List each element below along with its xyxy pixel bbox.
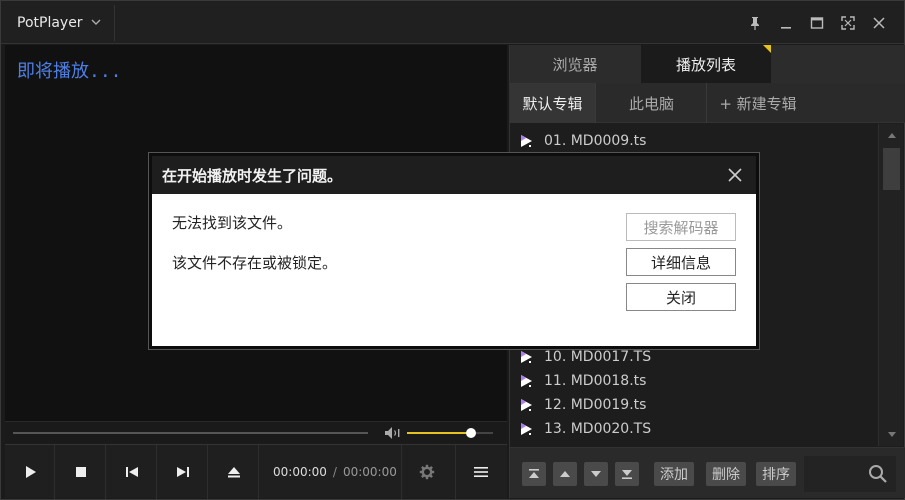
previous-button[interactable] bbox=[107, 445, 157, 499]
play-triangle-icon bbox=[520, 398, 534, 412]
play-triangle-icon bbox=[520, 350, 534, 364]
new-album-button[interactable]: + 新建专辑 bbox=[708, 83, 808, 123]
previous-icon bbox=[125, 467, 138, 477]
move-bottom-icon bbox=[622, 470, 632, 479]
pin-icon[interactable] bbox=[739, 9, 770, 37]
move-up-icon bbox=[560, 471, 570, 477]
eject-icon bbox=[227, 467, 240, 478]
gear-icon bbox=[419, 464, 434, 480]
stop-icon bbox=[75, 467, 86, 477]
delete-button[interactable]: 删除 bbox=[706, 462, 746, 486]
volume-icon[interactable] bbox=[383, 425, 401, 441]
seek-bar[interactable] bbox=[13, 432, 368, 434]
panel-tabs: 浏览器 播放列表 bbox=[510, 45, 905, 83]
sort-button[interactable]: 排序 bbox=[756, 462, 796, 486]
scroll-down-icon[interactable] bbox=[879, 424, 904, 446]
settings-button[interactable] bbox=[401, 445, 451, 499]
menu-button[interactable] bbox=[455, 445, 505, 499]
move-down-icon bbox=[591, 471, 601, 477]
title-bar: PotPlayer bbox=[1, 1, 904, 44]
move-down-button[interactable] bbox=[584, 462, 608, 486]
minimize-icon[interactable] bbox=[770, 9, 801, 37]
move-top-button[interactable] bbox=[522, 462, 546, 486]
chevron-down-icon bbox=[91, 17, 101, 30]
playback-controls: 00:00:00 / 00:00:00 bbox=[5, 444, 507, 499]
time-display: 00:00:00 / 00:00:00 bbox=[273, 465, 397, 479]
playlist-item-label: 13. MD0020.TS bbox=[544, 421, 652, 437]
playlist-item-label: 11. MD0018.ts bbox=[544, 373, 647, 389]
tab-browser[interactable]: 浏览器 bbox=[510, 45, 640, 83]
menu-icon bbox=[473, 467, 488, 477]
playlist-item[interactable]: 01. MD0009.ts bbox=[520, 129, 646, 153]
potplayer-window: PotPlayer 即将播放... 00:00:00 / 00:00:00 浏览… bbox=[0, 0, 905, 500]
tab-playlist-label: 播放列表 bbox=[675, 55, 736, 74]
move-bottom-button[interactable] bbox=[615, 462, 639, 486]
current-time: 00:00:00 bbox=[273, 465, 327, 479]
stop-button[interactable] bbox=[56, 445, 106, 499]
maximize-icon[interactable] bbox=[801, 9, 832, 37]
dialog-close-button[interactable]: 关闭 bbox=[626, 283, 736, 311]
fullscreen-icon[interactable] bbox=[832, 9, 863, 37]
volume-knob[interactable] bbox=[465, 428, 476, 438]
move-top-icon bbox=[529, 469, 539, 478]
move-up-button[interactable] bbox=[553, 462, 577, 486]
search-codec-button[interactable]: 搜索解码器 bbox=[626, 213, 736, 241]
tab-playlist[interactable]: 播放列表 bbox=[641, 45, 771, 83]
playlist-scrollbar[interactable] bbox=[878, 124, 903, 446]
playlist-item-label: 10. MD0017.TS bbox=[544, 349, 652, 365]
time-separator: / bbox=[332, 465, 337, 479]
album-this-pc[interactable]: 此电脑 bbox=[597, 83, 707, 123]
error-message-secondary: 该文件不存在或被锁定。 bbox=[172, 254, 338, 272]
app-menu-button[interactable]: PotPlayer bbox=[5, 5, 115, 41]
playlist-search[interactable] bbox=[804, 456, 896, 492]
volume-fill bbox=[407, 432, 471, 434]
error-message-primary: 无法找到该文件。 bbox=[172, 214, 293, 232]
active-marker bbox=[763, 45, 771, 53]
duration: 00:00:00 bbox=[342, 465, 397, 479]
playlist-item[interactable]: 13. MD0020.TS bbox=[520, 417, 651, 441]
next-icon bbox=[176, 467, 189, 477]
app-name: PotPlayer bbox=[17, 15, 83, 31]
album-tabs: 默认专辑 此电脑 + 新建专辑 bbox=[510, 83, 905, 123]
play-triangle-icon bbox=[520, 134, 534, 148]
playlist-item-label: 01. MD0009.ts bbox=[544, 133, 647, 149]
scroll-thumb[interactable] bbox=[883, 148, 900, 190]
dialog-close-icon[interactable] bbox=[724, 164, 746, 186]
play-button[interactable] bbox=[5, 445, 55, 499]
playlist-item[interactable]: 12. MD0019.ts bbox=[520, 393, 646, 417]
play-triangle-icon bbox=[520, 374, 534, 388]
dialog-title: 在开始播放时发生了问题。 bbox=[162, 166, 343, 185]
volume-slider[interactable] bbox=[407, 428, 493, 438]
playlist-item[interactable]: 11. MD0018.ts bbox=[520, 369, 646, 393]
playlist-toolbar: 添加 删除 排序 bbox=[510, 447, 905, 498]
seek-bar-row bbox=[5, 421, 507, 443]
dialog-body: 无法找到该文件。 该文件不存在或被锁定。 搜索解码器 详细信息 关闭 bbox=[152, 194, 756, 346]
scroll-up-icon[interactable] bbox=[879, 124, 904, 146]
error-dialog: 在开始播放时发生了问题。 无法找到该文件。 该文件不存在或被锁定。 搜索解码器 … bbox=[149, 153, 759, 349]
close-icon[interactable] bbox=[863, 9, 894, 37]
play-icon bbox=[25, 466, 36, 478]
play-triangle-icon bbox=[520, 422, 534, 436]
details-button[interactable]: 详细信息 bbox=[626, 248, 736, 276]
next-button[interactable] bbox=[158, 445, 208, 499]
album-default[interactable]: 默认专辑 bbox=[510, 83, 596, 123]
window-controls bbox=[739, 9, 894, 37]
search-icon bbox=[869, 465, 887, 483]
dialog-header: 在开始播放时发生了问题。 bbox=[152, 156, 756, 194]
playback-status: 即将播放... bbox=[17, 61, 122, 82]
playlist-item-label: 12. MD0019.ts bbox=[544, 397, 647, 413]
eject-button[interactable] bbox=[209, 445, 259, 499]
add-button[interactable]: 添加 bbox=[654, 462, 694, 486]
